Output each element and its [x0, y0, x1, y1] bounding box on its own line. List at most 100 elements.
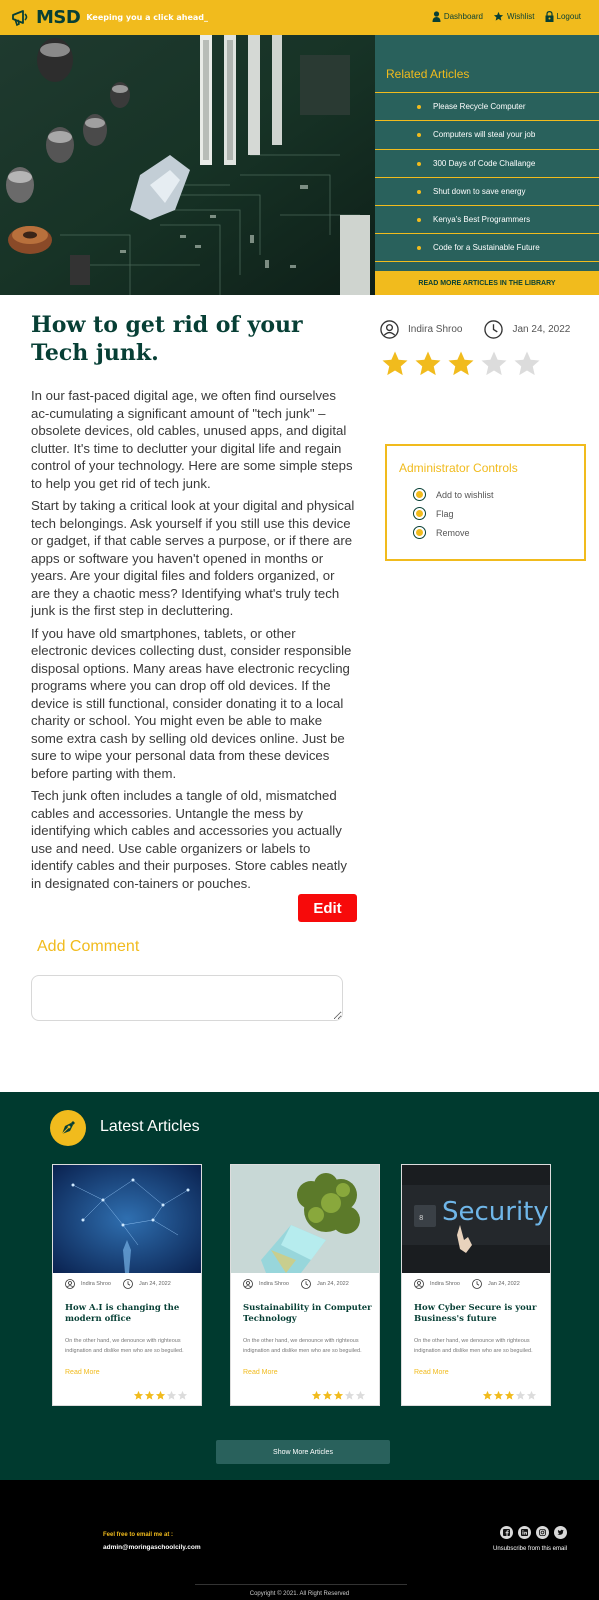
- related-article-link[interactable]: Computers will steal your job: [375, 120, 599, 148]
- star-filled-icon: [311, 1390, 322, 1400]
- article-meta: Indira Shroo Jan 24, 2022: [380, 320, 570, 339]
- clock-icon: [301, 1279, 311, 1289]
- nav-dashboard[interactable]: Dashboard: [432, 11, 483, 22]
- admin-item-label: Add to wishlist: [436, 489, 494, 500]
- read-more-link[interactable]: Read More: [414, 1369, 449, 1376]
- edit-button[interactable]: Edit: [298, 894, 357, 922]
- read-more-link[interactable]: Read More: [65, 1369, 100, 1376]
- article-card[interactable]: 8 Security Indira Shroo Jan 24, 2022 How…: [401, 1164, 551, 1406]
- nav-wishlist-label: Wishlist: [506, 12, 535, 21]
- related-articles-title: Related Articles: [386, 67, 470, 81]
- read-more-library-button[interactable]: READ MORE ARTICLES IN THE LIBRARY: [375, 271, 599, 295]
- user-circle-icon: [414, 1279, 424, 1289]
- article-body: In our fast-paced digital age, we often …: [31, 387, 355, 897]
- page: MSD Keeping you a click ahead_ Dashboard…: [0, 0, 599, 1600]
- copyright-text: Copyright © 2021. All Right Reserved: [249, 1591, 350, 1597]
- star-filled-icon: [382, 351, 408, 376]
- facebook-icon[interactable]: [500, 1526, 513, 1539]
- card-date: Jan 24, 2022: [316, 1281, 349, 1287]
- related-article-label: Shut down to save energy: [433, 187, 526, 197]
- related-article-label: Kenya's Best Programmers: [433, 215, 531, 225]
- megaphone-icon: [10, 8, 32, 28]
- admin-item-label: Remove: [436, 527, 470, 538]
- card-image-sustainability: [231, 1165, 379, 1273]
- star-empty-icon: [355, 1390, 366, 1400]
- admin-add-to-wishlist[interactable]: Add to wishlist: [413, 488, 494, 501]
- star-filled-icon: [493, 1390, 504, 1400]
- admin-controls-title: Administrator Controls: [399, 461, 518, 475]
- brand-logo[interactable]: MSD Keeping you a click ahead_: [10, 7, 208, 28]
- card-excerpt: On the other hand, we denounce with righ…: [243, 1338, 362, 1354]
- latest-articles-section: Latest Articles Indira Shroo Jan 24, 202…: [0, 1092, 599, 1480]
- comment-input[interactable]: [31, 975, 343, 1021]
- article-title: How to get rid of your Tech junk.: [31, 312, 303, 366]
- svg-text:8: 8: [419, 1214, 423, 1222]
- related-articles-list: Please Recycle Computer Computers will s…: [375, 92, 599, 262]
- social-links: [500, 1526, 572, 1539]
- star-filled-icon: [144, 1390, 155, 1400]
- read-more-link[interactable]: Read More: [243, 1369, 278, 1376]
- star-filled-icon: [133, 1390, 144, 1400]
- card-title: Sustainability in Computer Technology: [243, 1303, 372, 1324]
- card-image-ai: [53, 1165, 201, 1273]
- card-date: Jan 24, 2022: [138, 1281, 171, 1287]
- twitter-icon[interactable]: [554, 1526, 567, 1539]
- nav-logout[interactable]: Logout: [545, 11, 581, 22]
- star-filled-icon: [482, 1390, 493, 1400]
- article-author-name: Indira Shroo: [408, 324, 463, 335]
- star-icon: [493, 11, 504, 21]
- star-filled-icon: [504, 1390, 515, 1400]
- star-empty-icon: [515, 1390, 526, 1400]
- card-meta: Indira Shroo Jan 24, 2022: [414, 1279, 520, 1289]
- article-rating: [380, 349, 545, 379]
- related-article-link[interactable]: Kenya's Best Programmers: [375, 205, 599, 233]
- user-icon: [432, 11, 441, 22]
- card-excerpt: On the other hand, we denounce with righ…: [65, 1338, 184, 1354]
- related-article-link[interactable]: 300 Days of Code Challange: [375, 148, 599, 177]
- article-card[interactable]: Indira Shroo Jan 24, 2022 Sustainability…: [230, 1164, 380, 1406]
- related-article-label: Code for a Sustainable Future: [433, 243, 540, 253]
- star-empty-icon: [514, 351, 540, 376]
- card-author: Indira Shroo: [81, 1281, 111, 1287]
- card-image-security: 8 Security: [402, 1165, 550, 1273]
- security-image-text: Security: [442, 1197, 549, 1227]
- show-more-articles-button[interactable]: Show More Articles: [216, 1440, 390, 1464]
- footer-email-link[interactable]: admin@moringaschoolcily.com: [103, 1544, 201, 1551]
- brand-tagline: Keeping you a click ahead_: [86, 13, 209, 22]
- admin-remove[interactable]: Remove: [413, 526, 470, 539]
- article-paragraph: If you have old smartphones, tablets, or…: [31, 625, 352, 781]
- card-title: How A.I is changing the modern office: [65, 1303, 180, 1324]
- star-filled-icon: [333, 1390, 344, 1400]
- main-nav: Dashboard Wishlist Logout: [422, 11, 581, 22]
- article-paragraph: Start by taking a critical look at your …: [31, 498, 355, 618]
- admin-flag[interactable]: Flag: [413, 507, 454, 520]
- instagram-icon[interactable]: [536, 1526, 549, 1539]
- clock-icon: [123, 1279, 133, 1289]
- unsubscribe-link[interactable]: Unsubscribe from this email: [493, 1546, 567, 1552]
- nav-wishlist[interactable]: Wishlist: [493, 11, 535, 22]
- radio-icon: [413, 507, 426, 520]
- card-author: Indira Shroo: [430, 1281, 460, 1287]
- related-article-link[interactable]: Code for a Sustainable Future: [375, 233, 599, 262]
- linkedin-icon[interactable]: [518, 1526, 531, 1539]
- radio-icon: [413, 488, 426, 501]
- star-empty-icon: [344, 1390, 355, 1400]
- article-author: Indira Shroo: [380, 320, 462, 339]
- article-card[interactable]: Indira Shroo Jan 24, 2022 How A.I is cha…: [52, 1164, 202, 1406]
- star-filled-icon: [155, 1390, 166, 1400]
- star-empty-icon: [177, 1390, 188, 1400]
- card-rating: [482, 1390, 537, 1401]
- card-meta: Indira Shroo Jan 24, 2022: [243, 1279, 349, 1289]
- related-article-link[interactable]: Shut down to save energy: [375, 176, 599, 205]
- related-article-label: 300 Days of Code Challange: [433, 158, 536, 168]
- footer: Feel free to email me at : admin@moringa…: [0, 1480, 599, 1600]
- article-hero-image: [0, 35, 375, 295]
- admin-controls-panel: Administrator Controls Add to wishlist F…: [385, 444, 586, 561]
- related-article-link[interactable]: Please Recycle Computer: [375, 92, 599, 120]
- star-empty-icon: [526, 1390, 537, 1400]
- pen-nib-icon: [50, 1110, 86, 1146]
- user-circle-icon: [380, 320, 399, 339]
- footer-email-label: Feel free to email me at :: [103, 1532, 174, 1538]
- article-paragraph: In our fast-paced digital age, we often …: [31, 388, 353, 491]
- footer-divider: [195, 1584, 407, 1585]
